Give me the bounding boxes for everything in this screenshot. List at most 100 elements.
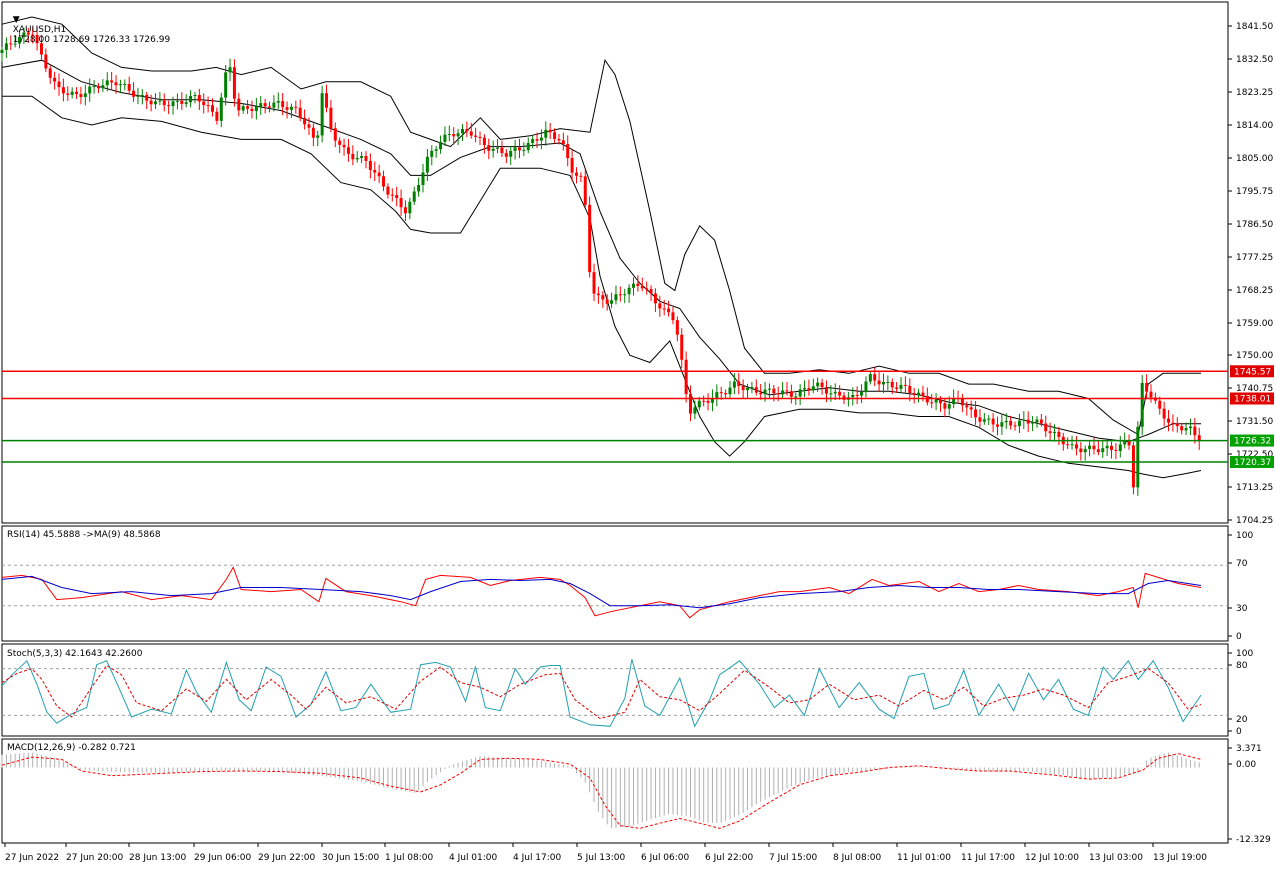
candle-body: [974, 409, 978, 418]
candle-body: [1114, 449, 1118, 451]
candle-body: [1079, 448, 1083, 453]
candle-body: [903, 384, 907, 386]
candle-body: [184, 102, 188, 104]
candle-body: [1004, 420, 1008, 423]
macd-ytick-label: 0.00: [1236, 760, 1256, 770]
candle-body: [689, 393, 693, 414]
candle-body: [667, 308, 671, 313]
candle-body: [719, 392, 723, 394]
candle-body: [864, 381, 868, 392]
candle-body: [175, 100, 179, 102]
candle-body: [1022, 419, 1026, 421]
candle-body: [478, 136, 482, 138]
candle-body: [110, 80, 114, 83]
candle-body: [197, 95, 201, 102]
candle-body: [70, 91, 74, 95]
xtick-label: 6 Jul 06:00: [641, 853, 690, 863]
candle-body: [811, 386, 815, 391]
candle-body: [153, 101, 157, 105]
candle-body: [1136, 426, 1140, 488]
candle-body: [456, 133, 460, 137]
candle-body: [460, 129, 464, 134]
candle-body: [136, 95, 140, 97]
candle-body: [79, 94, 83, 98]
candle-body: [276, 101, 280, 103]
candle-body: [1070, 444, 1074, 446]
candle-body: [114, 82, 118, 86]
candle-body: [452, 134, 456, 137]
candle-body: [522, 150, 526, 152]
candle-body: [684, 359, 688, 394]
candle-body: [360, 156, 364, 158]
candle-body: [447, 134, 451, 136]
candle-body: [1118, 444, 1122, 451]
candle-body: [237, 98, 241, 111]
dropdown-triangle-icon[interactable]: ▼: [13, 15, 20, 25]
candle-body: [241, 106, 245, 111]
candle-body: [294, 106, 298, 108]
candle-body: [1140, 382, 1144, 427]
candle-body: [557, 138, 561, 141]
candle-body: [289, 106, 293, 110]
rsi-panel-frame: [1, 525, 1229, 642]
candle-body: [1017, 420, 1021, 427]
chart-canvas: 1841.50 1832.50 1823.25 1814.00 1805.00 1795.…: [0, 1, 1274, 863]
candle-body: [570, 158, 574, 173]
candle-body: [412, 191, 416, 202]
candle-body: [574, 172, 578, 176]
candle-body: [189, 95, 193, 103]
candle-body: [491, 148, 495, 151]
candle-body: [899, 384, 903, 389]
xtick-label: 11 Jul 01:00: [897, 853, 951, 863]
candle-body: [544, 129, 548, 138]
candle-body: [1193, 426, 1197, 436]
candle-body: [531, 139, 535, 144]
candle-body: [662, 308, 666, 310]
rsi-ytick-label: 0: [1236, 632, 1242, 642]
candle-body: [912, 392, 916, 395]
candle-body: [969, 407, 973, 410]
candle-body: [1131, 445, 1135, 488]
candle-body: [228, 67, 232, 73]
candle-body: [1096, 449, 1100, 453]
rsi-title: RSI(14) 45.5888 ->MA(9) 48.5868: [7, 530, 161, 540]
price-ytick-label: 1823.25: [1236, 88, 1273, 98]
candle-body: [408, 201, 412, 214]
candle-body: [373, 169, 377, 173]
stochastic-ytick-label: 0: [1236, 727, 1242, 737]
candle-body: [636, 283, 640, 286]
candle-body: [623, 294, 627, 296]
candle-body: [803, 388, 807, 390]
price-ytick-label: 1795.75: [1236, 187, 1273, 197]
price-ytick-label: 1777.25: [1236, 253, 1273, 263]
candle-body: [987, 418, 991, 420]
candle-body: [1026, 419, 1030, 424]
candle-body: [1088, 445, 1092, 449]
candle-body: [548, 129, 552, 133]
candle-body: [158, 100, 162, 102]
candle-body: [1092, 445, 1096, 450]
candle-body: [509, 150, 513, 157]
candle-body: [487, 145, 491, 151]
candle-body: [403, 207, 407, 214]
xtick-label: 27 Jun 20:00: [66, 853, 123, 863]
candle-body: [123, 84, 127, 86]
candle-body: [364, 156, 368, 161]
xtick-label: 11 Jul 17:00: [961, 853, 1015, 863]
candle-body: [855, 394, 859, 396]
rsi-ytick-label: 70: [1236, 559, 1248, 569]
macd-title: MACD(12,26,9) -0.282 0.721: [7, 743, 136, 753]
candle-body: [92, 85, 96, 87]
candle-body: [965, 405, 969, 408]
candle-body: [816, 382, 820, 387]
candle-body: [1149, 391, 1153, 398]
candle-body: [167, 105, 171, 107]
candle-body: [561, 140, 565, 145]
candle-body: [1053, 431, 1057, 434]
price-panel-frame: [1, 1, 1229, 524]
candle-body: [1009, 420, 1013, 426]
candle-body: [48, 68, 52, 78]
xtick-label: 28 Jun 13:00: [129, 853, 186, 863]
candle-body: [908, 385, 912, 393]
candle-body: [645, 288, 649, 290]
